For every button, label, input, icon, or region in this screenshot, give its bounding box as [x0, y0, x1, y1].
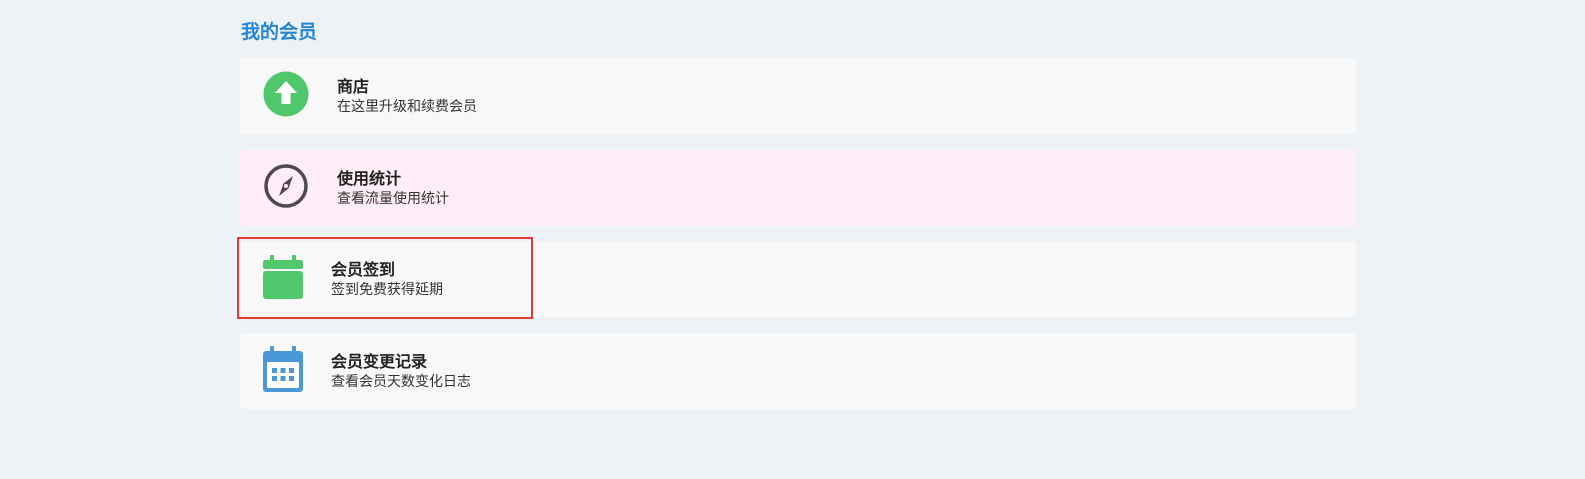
- checkin-card[interactable]: 会员签到 签到免费获得延期: [240, 241, 1356, 317]
- usage-stats-desc: 查看流量使用统计: [337, 191, 449, 207]
- arrow-up-circle-icon: [263, 71, 309, 121]
- membership-log-title: 会员变更记录: [331, 352, 428, 371]
- calendar-icon: [262, 253, 304, 305]
- shop-title: 商店: [337, 77, 370, 96]
- page-title: 我的会员: [241, 21, 318, 43]
- checkin-desc: 签到免费获得延期: [331, 282, 443, 298]
- usage-stats-card[interactable]: 使用统计 查看流量使用统计: [240, 150, 1356, 226]
- membership-log-desc: 查看会员天数变化日志: [331, 374, 471, 390]
- membership-log-card[interactable]: 会员变更记录 查看会员天数变化日志: [240, 333, 1356, 409]
- shop-card[interactable]: 商店 在这里升级和续费会员: [240, 58, 1356, 134]
- calendar-grid-icon: [262, 345, 304, 397]
- checkin-title: 会员签到: [331, 260, 396, 279]
- usage-stats-title: 使用统计: [337, 169, 402, 188]
- shop-desc: 在这里升级和续费会员: [337, 99, 477, 115]
- compass-icon: [263, 163, 309, 213]
